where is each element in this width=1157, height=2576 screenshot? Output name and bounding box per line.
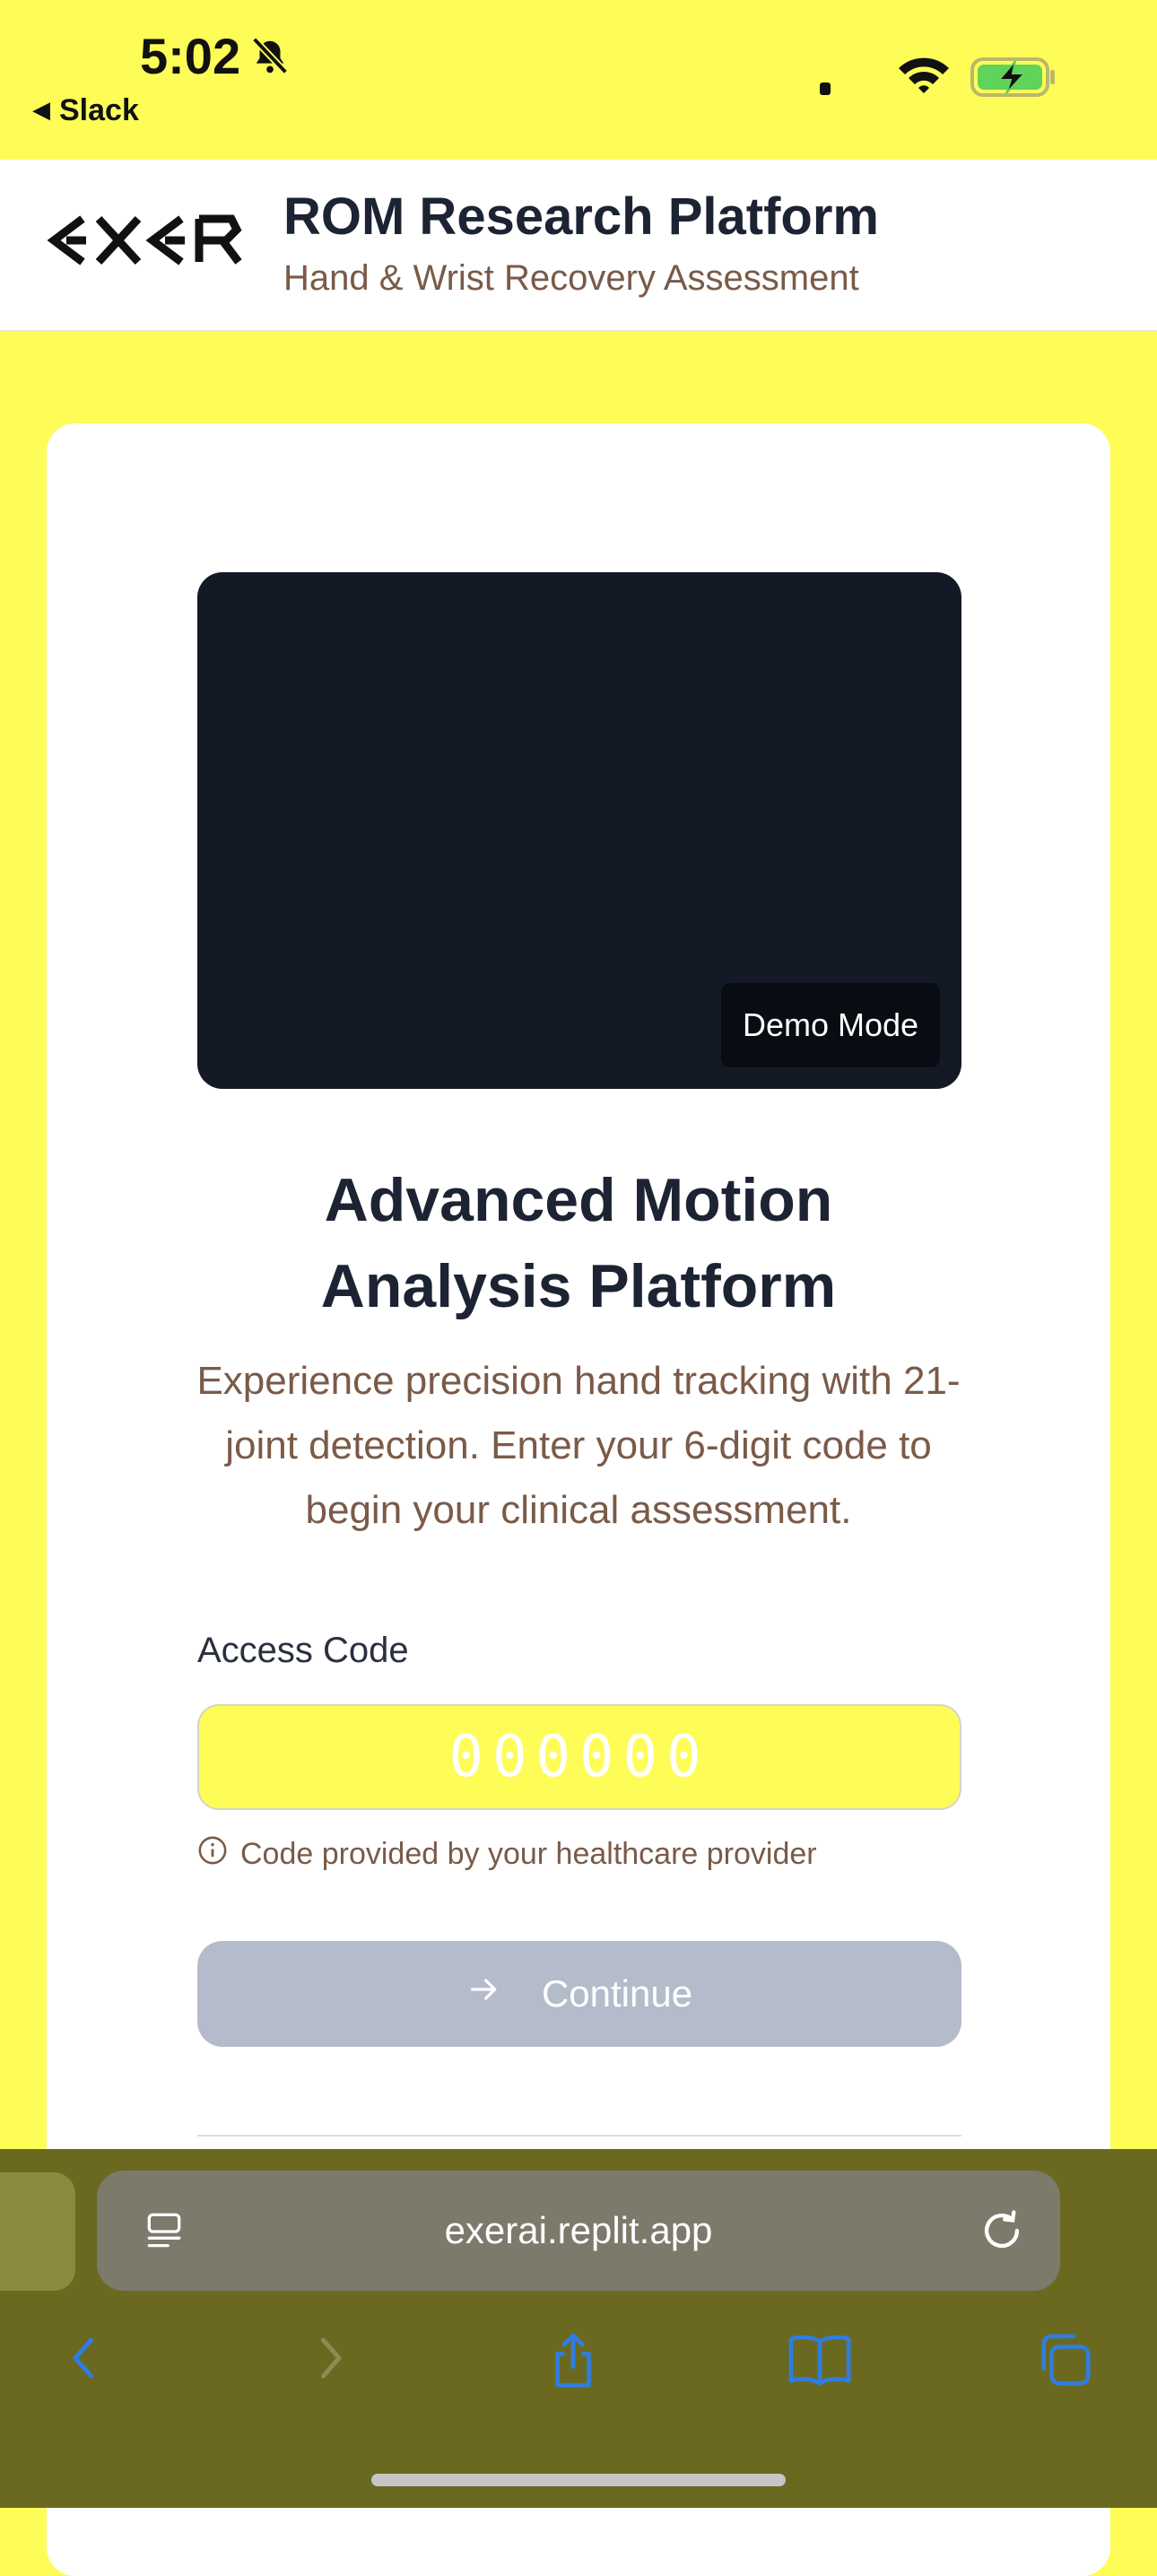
arrow-right-icon xyxy=(466,1971,502,2016)
battery-charging-icon xyxy=(970,56,1057,103)
previous-tab-preview[interactable] xyxy=(0,2172,75,2291)
card-title-line-1: Advanced Motion xyxy=(324,1166,833,1234)
bell-muted-icon xyxy=(249,36,291,82)
address-bar[interactable]: exerai.replit.app xyxy=(97,2171,1060,2291)
back-icon[interactable] xyxy=(57,2328,111,2392)
status-time: 5:02 xyxy=(140,28,241,84)
tabs-icon[interactable] xyxy=(1033,2328,1096,2396)
browser-toolbar: exerai.replit.app xyxy=(0,2149,1157,2508)
share-icon[interactable] xyxy=(542,2328,605,2399)
wifi-icon xyxy=(895,52,953,100)
header-title: ROM Research Platform xyxy=(283,187,879,246)
access-code-hint-text: Code provided by your healthcare provide… xyxy=(240,1837,817,1871)
access-code-hint: Code provided by your healthcare provide… xyxy=(197,1835,817,1874)
demo-mode-badge: Demo Mode xyxy=(721,983,940,1067)
reload-icon[interactable] xyxy=(976,2205,1028,2261)
camera-indicator-dot xyxy=(820,83,831,95)
divider xyxy=(197,2135,961,2137)
info-icon xyxy=(197,1835,228,1874)
access-code-input[interactable] xyxy=(197,1704,961,1810)
card-title: Advanced Motion Analysis Platform xyxy=(47,1157,1110,1329)
card-title-line-2: Analysis Platform xyxy=(320,1252,837,1320)
continue-button[interactable]: Continue xyxy=(197,1941,961,2047)
app-header: ROM Research Platform Hand & Wrist Recov… xyxy=(0,160,1157,332)
exer-logo xyxy=(47,212,246,274)
url-text: exerai.replit.app xyxy=(444,2209,713,2251)
continue-button-label: Continue xyxy=(541,1972,693,2015)
camera-preview: Demo Mode xyxy=(197,572,961,1089)
status-bar: 5:02 ◀ Slack xyxy=(0,0,1157,160)
back-app-label: Slack xyxy=(59,93,139,127)
home-indicator[interactable] xyxy=(371,2474,786,2486)
forward-icon[interactable] xyxy=(303,2328,357,2392)
back-to-app-link[interactable]: ◀ Slack xyxy=(32,93,139,128)
header-subtitle: Hand & Wrist Recovery Assessment xyxy=(283,258,859,298)
card-description: Experience precision hand tracking with … xyxy=(196,1359,961,1532)
back-triangle-icon: ◀ xyxy=(32,96,50,123)
bookmarks-icon[interactable] xyxy=(786,2328,854,2396)
access-code-label: Access Code xyxy=(197,1631,409,1670)
